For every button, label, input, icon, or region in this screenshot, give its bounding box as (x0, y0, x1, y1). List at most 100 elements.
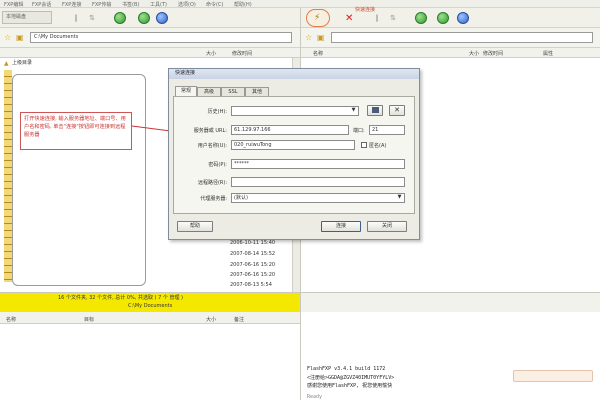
star-icon[interactable]: ☆ (4, 33, 11, 42)
save-icon (371, 107, 379, 113)
tab-ssl[interactable]: SSL (221, 87, 245, 96)
queue-header: 名称 目标 大小 备注 (0, 312, 300, 324)
refresh-icon[interactable] (114, 12, 126, 24)
password-input[interactable]: ****** (231, 159, 405, 169)
right-column-header: 名称 大小 修改时间 属性 (300, 48, 600, 58)
menu-item-7[interactable]: 选项(O) (178, 1, 196, 8)
menu-item-4[interactable]: FXP传输 (92, 1, 111, 8)
quick-connect-dialog: 快速连接 常规 高级 SSL 其他 历史(H): ▼ ✕ 服务器或 URL: 6… (168, 68, 420, 240)
local-drive-label: 本地磁盘 (6, 14, 27, 20)
file-date-1: 2006-10-11 15:40 (230, 240, 276, 246)
sort-icon[interactable]: ⇅ (86, 12, 98, 24)
queue-col-note[interactable]: 备注 (234, 316, 244, 323)
remote-path-label: 远程路径(R): (197, 180, 227, 186)
input-method-bar[interactable] (513, 370, 593, 382)
refresh-right-icon[interactable] (415, 12, 427, 24)
menu-item-9[interactable]: 帮助(H) (234, 1, 252, 8)
proxy-select[interactable]: (默认) (231, 193, 405, 203)
close-button[interactable]: 关闭 (367, 221, 407, 232)
history-select[interactable] (231, 106, 359, 116)
connect-button[interactable]: 连接 (321, 221, 361, 232)
local-status-bar: 16 个文件夹, 32 个文件, 总计 0%, 共选取 ( 7 个 管理 ) C… (0, 292, 300, 312)
delete-icon: ✕ (394, 106, 400, 114)
globe-icon[interactable] (457, 12, 469, 24)
right-address-bar: ☆ ▣ (300, 28, 600, 48)
status-summary: 16 个文件夹, 32 个文件, 总计 0%, 共选取 ( 7 个 管理 ) (58, 295, 183, 301)
right-col-name[interactable]: 名称 (313, 50, 323, 57)
menu-item-5[interactable]: 书签(B) (122, 1, 139, 8)
queue-col-size[interactable]: 大小 (206, 316, 216, 323)
status-path: C:\My Documents (128, 303, 173, 309)
right-toolbar: ⚡ 快速连接 ✕ ‖ ⇅ (300, 8, 600, 28)
file-date-3: 2007-06-16 15:20 (230, 262, 276, 268)
tab-general[interactable]: 常规 (175, 86, 197, 96)
queue-col-target[interactable]: 目标 (84, 316, 94, 323)
menu-item-3[interactable]: FXP连接 (62, 1, 81, 8)
left-col-date[interactable]: 修改时间 (232, 50, 252, 57)
username-input[interactable]: 020_ruiwuTong (231, 140, 355, 150)
menubar: FXP编辑 FXP会话 FXP连接 FXP传输 书签(B) 工具(T) 选项(O… (0, 0, 600, 8)
folder-icons-column (4, 70, 12, 282)
port-input[interactable]: 21 (369, 125, 405, 135)
server-input[interactable]: 61.129.97.166 (231, 125, 349, 135)
remote-path-input[interactable] (331, 32, 593, 43)
log-panel: FlashFXP v3.4.1 build 1172 <注册给>GGDA@ZGV… (300, 312, 600, 400)
browse-icon[interactable] (156, 12, 168, 24)
password-label: 密码(P): (208, 162, 227, 168)
history-dropdown-icon[interactable]: ▼ (349, 107, 358, 115)
parent-folder-icon: ▲ (4, 60, 9, 67)
left-toolbar: 本地磁盘 ‖ ⇅ (0, 8, 300, 28)
anonymous-label: 匿名(A) (369, 143, 387, 149)
dialog-titlebar[interactable]: 快速连接 (169, 69, 419, 79)
disconnect-icon[interactable]: ✕ (345, 13, 353, 24)
help-button[interactable]: 帮助 (177, 221, 213, 232)
proxy-dropdown-icon[interactable]: ▼ (395, 194, 404, 202)
port-label: 端口: (353, 128, 365, 134)
right-col-date[interactable]: 修改时间 (483, 50, 503, 57)
folder-icon[interactable]: ▣ (16, 33, 24, 42)
queue-col-name[interactable]: 名称 (6, 316, 16, 323)
remote-status-bar (300, 292, 600, 312)
log-line-1: FlashFXP v3.4.1 build 1172 (307, 366, 386, 372)
sort-right-icon[interactable]: ⇅ (387, 12, 399, 24)
left-address-bar: ☆ ▣ C:\My Documents (0, 28, 300, 48)
stop-icon[interactable]: ‖ (70, 12, 82, 24)
home-icon[interactable] (138, 12, 150, 24)
local-path-text: C:\My Documents (34, 34, 79, 40)
dialog-title: 快速连接 (175, 70, 196, 76)
file-date-2: 2007-08-14 15:52 (230, 251, 276, 257)
server-label: 服务器或 URL: (193, 128, 227, 134)
parent-dir-item[interactable]: 上级目录 (12, 61, 32, 66)
history-label: 历史(H): (207, 109, 227, 115)
lightning-icon: ⚡ (314, 13, 321, 23)
star-right-icon[interactable]: ☆ (305, 33, 312, 42)
pause-icon[interactable]: ‖ (371, 12, 383, 24)
annotation-frame (12, 74, 146, 286)
menu-item-2[interactable]: FXP会话 (32, 1, 51, 8)
annotation-note: 打开快速连接, 输入服务器地址、端口号、用户名和密码, 单击"连接"按钮即可连接… (20, 112, 132, 150)
file-date-4: 2007-06-16 15:20 (230, 272, 276, 278)
tab-advanced[interactable]: 高级 (197, 87, 221, 96)
quick-connect-button[interactable]: ⚡ (306, 9, 330, 27)
menu-item-8[interactable]: 命令(C) (206, 1, 223, 8)
username-label: 用户名称(U): (197, 143, 227, 149)
left-column-header: 大小 修改时间 (0, 48, 300, 58)
left-col-size[interactable]: 大小 (206, 50, 216, 57)
history-delete-button[interactable]: ✕ (389, 105, 405, 116)
home-right-icon[interactable] (437, 12, 449, 24)
log-bottom: Ready (307, 394, 323, 400)
tab-other[interactable]: 其他 (245, 87, 269, 96)
local-path-input[interactable]: C:\My Documents (30, 32, 292, 43)
right-col-attr[interactable]: 属性 (543, 50, 553, 57)
folder-right-icon[interactable]: ▣ (317, 33, 325, 42)
transfer-queue (0, 324, 300, 400)
log-line-2: <注册给>GGDA@ZGVZ40IMUT0YFYLV> (307, 375, 395, 381)
menu-item-1[interactable]: FXP编辑 (4, 1, 23, 8)
history-save-button[interactable] (367, 105, 383, 116)
menu-item-6[interactable]: 工具(T) (150, 1, 167, 8)
anonymous-checkbox[interactable] (361, 142, 367, 148)
right-col-size[interactable]: 大小 (469, 50, 479, 57)
proxy-label: 代理服务器: (200, 196, 227, 202)
log-line-3: 感谢您使用FlashFXP, 祝您使用愉快 (307, 383, 393, 389)
remote-path-field[interactable] (231, 177, 405, 187)
